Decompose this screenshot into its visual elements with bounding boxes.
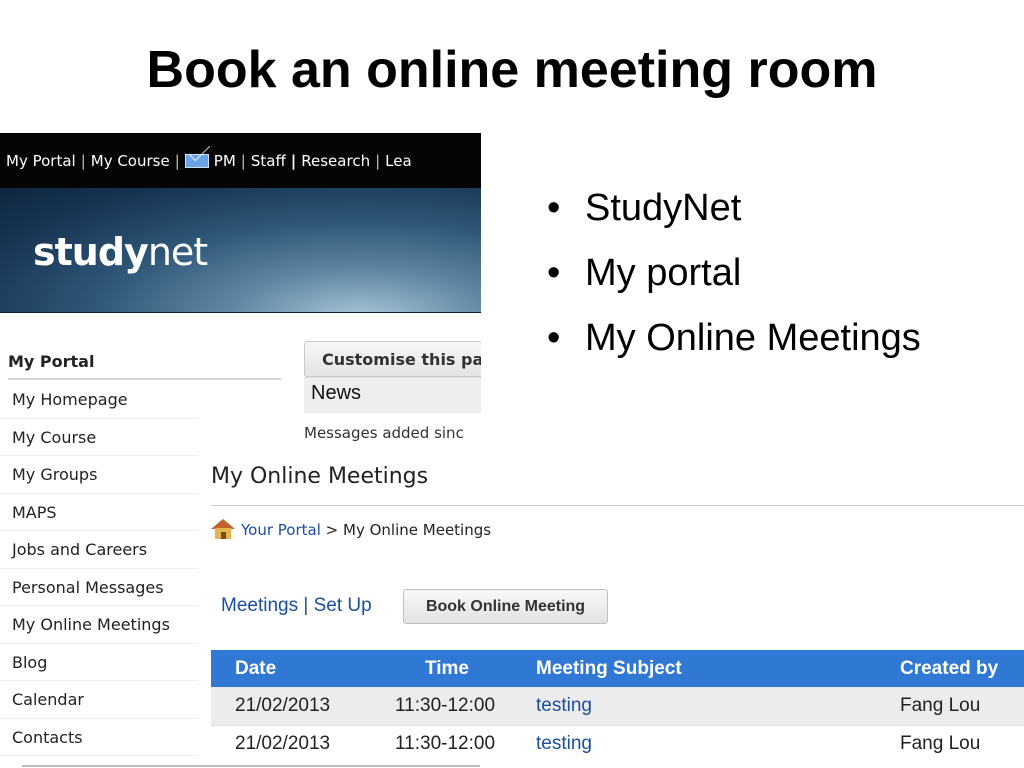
sidebar-item-blog[interactable]: Blog [0, 643, 198, 681]
nav-separator: | [174, 151, 180, 170]
table-header-row: Date Time Meeting Subject Created by [211, 650, 1024, 687]
bullet-item: • My Online Meetings [547, 314, 921, 379]
nav-separator: | [240, 151, 246, 170]
meeting-subject-link[interactable]: testing [536, 687, 900, 726]
nav-separator: | [290, 151, 297, 170]
breadcrumb-separator: > [325, 521, 339, 539]
bullet-text: StudyNet [585, 187, 742, 229]
meetings-setup-links[interactable]: Meetings | Set Up [221, 595, 372, 617]
bullet-dot-icon: • [547, 252, 561, 294]
bullet-dot-icon: • [547, 187, 561, 229]
mail-icon[interactable] [184, 153, 209, 168]
column-header-time[interactable]: Time [395, 650, 536, 687]
column-header-created-by[interactable]: Created by [900, 650, 1024, 687]
cell-time: 11:30-12:00 [395, 725, 536, 763]
column-header-meeting-subject[interactable]: Meeting Subject [536, 650, 900, 687]
book-online-meeting-button[interactable]: Book Online Meeting [403, 589, 608, 624]
sidebar-item-maps[interactable]: MAPS [0, 493, 198, 531]
meeting-subject-link[interactable]: testing [536, 725, 900, 763]
nav-lea[interactable]: Lea [385, 152, 412, 170]
messages-added-text: Messages added sinc [304, 424, 464, 442]
sidebar-item-my-groups[interactable]: My Groups [0, 456, 198, 494]
top-navigation-bar: My Portal | My Course | PM | Staff | Res… [0, 133, 481, 188]
bullet-text: My Online Meetings [585, 317, 921, 359]
studynet-logo[interactable]: studynet [33, 230, 208, 274]
studynet-banner: studynet [0, 188, 481, 313]
logo-bold-text: study [33, 230, 149, 274]
nav-staff[interactable]: Staff [251, 152, 286, 170]
table-row: 21/02/2013 11:30-12:00 testing Fang Lou [211, 725, 1024, 763]
news-panel-header: News [304, 377, 481, 413]
table-row: 21/02/2013 11:30-12:00 testing Fang Lou [211, 687, 1024, 726]
cell-created-by: Fang Lou [900, 725, 1024, 763]
column-header-date[interactable]: Date [211, 650, 395, 687]
page-title: My Online Meetings [211, 464, 429, 489]
nav-research[interactable]: Research [301, 152, 370, 170]
logo-light-text: net [147, 230, 208, 274]
nav-separator: | [375, 151, 381, 170]
cell-time: 11:30-12:00 [395, 687, 536, 726]
sidebar-item-my-online-meetings[interactable]: My Online Meetings [0, 606, 198, 644]
bullet-item: • My portal [547, 249, 921, 314]
nav-my-portal[interactable]: My Portal [6, 152, 76, 170]
sidebar-item-jobs-and-careers[interactable]: Jobs and Careers [0, 531, 198, 569]
divider [211, 505, 1024, 506]
sidebar-item-calendar[interactable]: Calendar [0, 681, 198, 719]
breadcrumb: Your Portal > My Online Meetings [211, 519, 491, 539]
sidebar-menu: My Homepage My Course My Groups MAPS Job… [0, 381, 198, 756]
nav-separator: | [80, 151, 86, 170]
cell-date: 21/02/2013 [211, 725, 395, 763]
meetings-table: Date Time Meeting Subject Created by 21/… [211, 650, 1024, 763]
cell-date: 21/02/2013 [211, 687, 395, 726]
home-icon [211, 519, 235, 539]
sidebar-item-contacts[interactable]: Contacts [0, 718, 198, 756]
crop-mask [481, 333, 536, 453]
breadcrumb-current: My Online Meetings [343, 521, 492, 539]
divider [22, 765, 480, 767]
sidebar-item-my-course[interactable]: My Course [0, 418, 198, 456]
customise-page-button[interactable]: Customise this pa [304, 341, 494, 377]
bullet-text: My portal [585, 252, 742, 294]
bullet-item: • StudyNet [547, 184, 921, 249]
breadcrumb-your-portal-link[interactable]: Your Portal [241, 521, 321, 539]
nav-pm[interactable]: PM [214, 152, 236, 170]
bullet-dot-icon: • [547, 317, 561, 359]
nav-my-course[interactable]: My Course [91, 152, 170, 170]
slide-bullet-list: • StudyNet • My portal • My Online Meetings [547, 184, 921, 379]
cell-created-by: Fang Lou [900, 687, 1024, 726]
sidebar-item-my-homepage[interactable]: My Homepage [0, 381, 198, 419]
slide-title: Book an online meeting room [146, 41, 878, 99]
sidebar-heading: My Portal [8, 352, 281, 380]
sidebar-item-personal-messages[interactable]: Personal Messages [0, 568, 198, 606]
